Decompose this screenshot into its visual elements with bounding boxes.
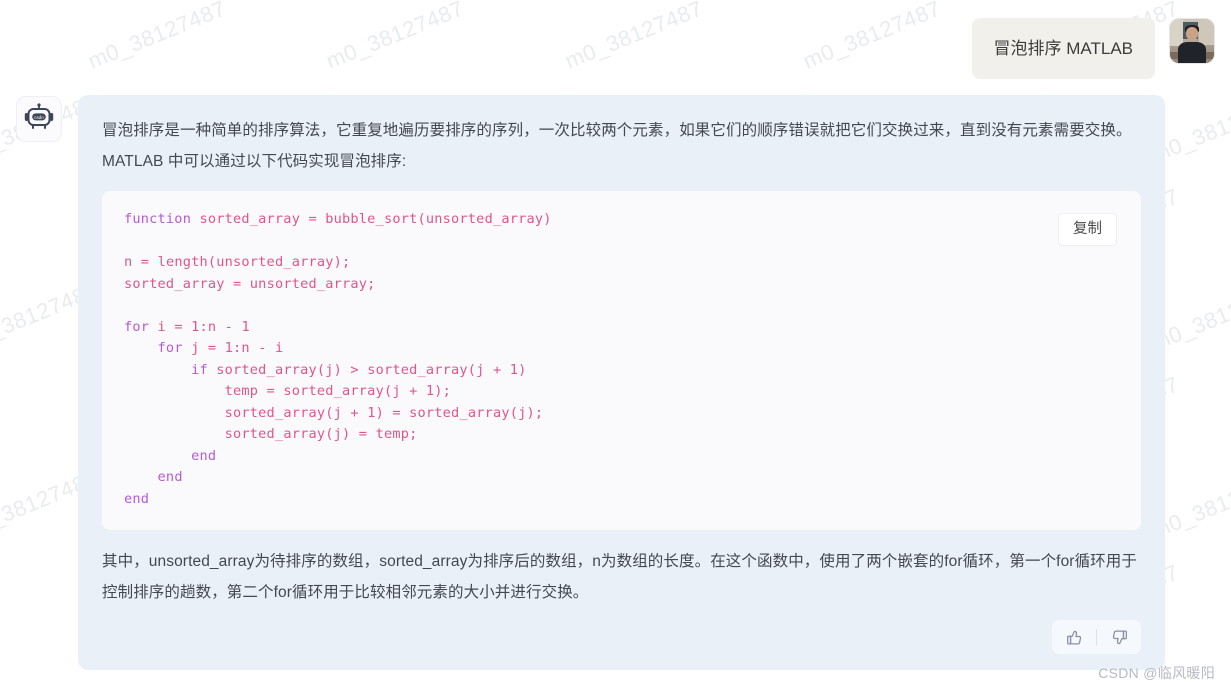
code-block: 复制 function sorted_array = bubble_sort(u… bbox=[102, 191, 1141, 531]
user-avatar[interactable] bbox=[1169, 18, 1215, 64]
code-content[interactable]: function sorted_array = bubble_sort(unso… bbox=[124, 209, 1119, 510]
code-keyword: for bbox=[157, 340, 183, 357]
feedback-bar bbox=[102, 620, 1141, 655]
code-keyword: if bbox=[191, 361, 208, 378]
bot-paragraph-explanation: 其中，unsorted_array为待排序的数组，sorted_array为排序… bbox=[102, 553, 1137, 602]
svg-text:csdn: csdn bbox=[34, 114, 44, 119]
avatar-photo bbox=[1170, 19, 1214, 63]
csdn-robot-icon: csdn bbox=[24, 103, 54, 136]
thumbs-up-button[interactable] bbox=[1062, 625, 1086, 649]
code-keyword: end bbox=[191, 447, 217, 464]
user-message-bubble: 冒泡排序 MATLAB bbox=[971, 18, 1155, 80]
bot-avatar: csdn bbox=[16, 96, 62, 143]
thumbs-down-button[interactable] bbox=[1107, 625, 1131, 649]
code-keyword: end bbox=[157, 469, 183, 486]
code-keyword: end bbox=[124, 490, 150, 507]
bot-message-row: csdn 冒泡排序是一种简单的排序算法，它重复地遍历要排序的序列，一次比较两个元… bbox=[0, 95, 1231, 671]
bot-message-bubble: 冒泡排序是一种简单的排序算法，它重复地遍历要排序的序列，一次比较两个元素，如果它… bbox=[78, 95, 1165, 671]
code-keyword: for bbox=[124, 318, 150, 335]
code-keyword: function bbox=[124, 211, 192, 228]
thumbs-down-icon bbox=[1110, 628, 1129, 647]
chat-thread: 冒泡排序 MATLAB csdn 冒泡排序是一种简单的排序算法，它重复地遍历要排… bbox=[0, 0, 1231, 671]
copy-code-button[interactable]: 复制 bbox=[1058, 213, 1117, 246]
chat-page: m0_38127487 m0_38127487 m0_38127487 m0_3812… bbox=[0, 0, 1231, 689]
bot-paragraph-intro: 冒泡排序是一种简单的排序算法，它重复地遍历要排序的序列，一次比较两个元素，如果它… bbox=[102, 122, 1132, 171]
feedback-group bbox=[1052, 620, 1141, 655]
csdn-credit: CSDN @临风暖阳 bbox=[1098, 665, 1215, 681]
thumbs-up-icon bbox=[1065, 628, 1084, 647]
feedback-divider bbox=[1096, 628, 1097, 646]
user-message-row: 冒泡排序 MATLAB bbox=[0, 18, 1231, 80]
